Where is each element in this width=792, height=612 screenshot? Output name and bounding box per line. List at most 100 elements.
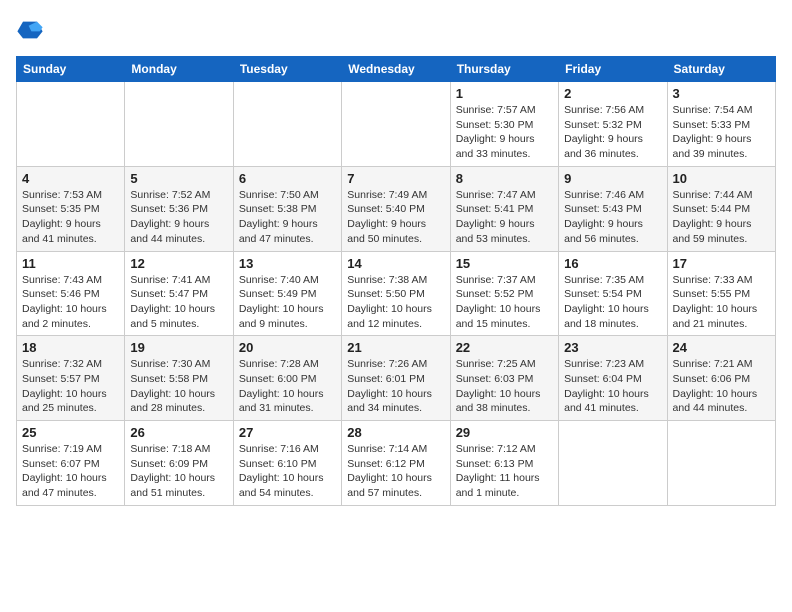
calendar-day-cell: 12Sunrise: 7:41 AM Sunset: 5:47 PM Dayli… bbox=[125, 251, 233, 336]
day-info: Sunrise: 7:23 AM Sunset: 6:04 PM Dayligh… bbox=[564, 357, 661, 416]
day-number: 17 bbox=[673, 256, 770, 271]
weekday-header-cell: Friday bbox=[559, 57, 667, 82]
day-info: Sunrise: 7:57 AM Sunset: 5:30 PM Dayligh… bbox=[456, 103, 553, 162]
calendar-day-cell: 8 Sunrise: 7:47 AM Sunset: 5:41 PM Daylig… bbox=[450, 166, 558, 251]
calendar-day-cell: 1 Sunrise: 7:57 AM Sunset: 5:30 PM Daylig… bbox=[450, 82, 558, 167]
calendar-week-row: 25 Sunrise: 7:19 AM Sunset: 6:07 PM Dayli… bbox=[17, 421, 776, 506]
day-number: 22 bbox=[456, 340, 553, 355]
calendar-day-cell: 19 Sunrise: 7:30 AM Sunset: 5:58 PM Dayli… bbox=[125, 336, 233, 421]
day-info: Sunrise: 7:50 AM Sunset: 5:38 PM Dayligh… bbox=[239, 188, 336, 247]
day-number: 7 bbox=[347, 171, 444, 186]
calendar-day-cell: 20 Sunrise: 7:28 AM Sunset: 6:00 PM Dayli… bbox=[233, 336, 341, 421]
day-info: Sunrise: 7:33 AM Sunset: 5:55 PM Dayligh… bbox=[673, 273, 770, 332]
calendar-day-cell bbox=[125, 82, 233, 167]
calendar-body: 1 Sunrise: 7:57 AM Sunset: 5:30 PM Daylig… bbox=[17, 82, 776, 506]
weekday-header-row: SundayMondayTuesdayWednesdayThursdayFrid… bbox=[17, 57, 776, 82]
calendar-day-cell bbox=[559, 421, 667, 506]
calendar-day-cell: 27 Sunrise: 7:16 AM Sunset: 6:10 PM Dayli… bbox=[233, 421, 341, 506]
calendar-day-cell: 7 Sunrise: 7:49 AM Sunset: 5:40 PM Daylig… bbox=[342, 166, 450, 251]
day-number: 26 bbox=[130, 425, 227, 440]
day-info: Sunrise: 7:43 AM Sunset: 5:46 PM Dayligh… bbox=[22, 273, 119, 332]
calendar-day-cell: 4 Sunrise: 7:53 AM Sunset: 5:35 PM Daylig… bbox=[17, 166, 125, 251]
day-number: 3 bbox=[673, 86, 770, 101]
day-info: Sunrise: 7:25 AM Sunset: 6:03 PM Dayligh… bbox=[456, 357, 553, 416]
calendar-day-cell: 2 Sunrise: 7:56 AM Sunset: 5:32 PM Daylig… bbox=[559, 82, 667, 167]
day-number: 29 bbox=[456, 425, 553, 440]
day-info: Sunrise: 7:54 AM Sunset: 5:33 PM Dayligh… bbox=[673, 103, 770, 162]
day-number: 27 bbox=[239, 425, 336, 440]
weekday-header-cell: Saturday bbox=[667, 57, 775, 82]
day-number: 23 bbox=[564, 340, 661, 355]
calendar-week-row: 11Sunrise: 7:43 AM Sunset: 5:46 PM Dayli… bbox=[17, 251, 776, 336]
calendar-day-cell: 24 Sunrise: 7:21 AM Sunset: 6:06 PM Dayli… bbox=[667, 336, 775, 421]
calendar-day-cell: 13 Sunrise: 7:40 AM Sunset: 5:49 PM Dayli… bbox=[233, 251, 341, 336]
day-number: 21 bbox=[347, 340, 444, 355]
day-number: 10 bbox=[673, 171, 770, 186]
weekday-header-cell: Tuesday bbox=[233, 57, 341, 82]
day-number: 15 bbox=[456, 256, 553, 271]
day-info: Sunrise: 7:56 AM Sunset: 5:32 PM Dayligh… bbox=[564, 103, 661, 162]
day-number: 4 bbox=[22, 171, 119, 186]
weekday-header-cell: Monday bbox=[125, 57, 233, 82]
page-header bbox=[16, 16, 776, 44]
calendar-day-cell: 14 Sunrise: 7:38 AM Sunset: 5:50 PM Dayli… bbox=[342, 251, 450, 336]
calendar-day-cell bbox=[342, 82, 450, 167]
day-number: 5 bbox=[130, 171, 227, 186]
calendar-day-cell: 25 Sunrise: 7:19 AM Sunset: 6:07 PM Dayli… bbox=[17, 421, 125, 506]
calendar-day-cell: 15 Sunrise: 7:37 AM Sunset: 5:52 PM Dayli… bbox=[450, 251, 558, 336]
day-number: 16 bbox=[564, 256, 661, 271]
day-number: 18 bbox=[22, 340, 119, 355]
day-number: 1 bbox=[456, 86, 553, 101]
day-number: 14 bbox=[347, 256, 444, 271]
day-info: Sunrise: 7:28 AM Sunset: 6:00 PM Dayligh… bbox=[239, 357, 336, 416]
calendar-table: SundayMondayTuesdayWednesdayThursdayFrid… bbox=[16, 56, 776, 506]
day-number: 28 bbox=[347, 425, 444, 440]
weekday-header-cell: Thursday bbox=[450, 57, 558, 82]
day-info: Sunrise: 7:30 AM Sunset: 5:58 PM Dayligh… bbox=[130, 357, 227, 416]
day-info: Sunrise: 7:52 AM Sunset: 5:36 PM Dayligh… bbox=[130, 188, 227, 247]
day-number: 19 bbox=[130, 340, 227, 355]
calendar-day-cell: 16 Sunrise: 7:35 AM Sunset: 5:54 PM Dayli… bbox=[559, 251, 667, 336]
day-info: Sunrise: 7:21 AM Sunset: 6:06 PM Dayligh… bbox=[673, 357, 770, 416]
calendar-day-cell: 5 Sunrise: 7:52 AM Sunset: 5:36 PM Daylig… bbox=[125, 166, 233, 251]
calendar-day-cell: 21Sunrise: 7:26 AM Sunset: 6:01 PM Dayli… bbox=[342, 336, 450, 421]
day-number: 24 bbox=[673, 340, 770, 355]
day-info: Sunrise: 7:19 AM Sunset: 6:07 PM Dayligh… bbox=[22, 442, 119, 501]
day-number: 13 bbox=[239, 256, 336, 271]
calendar-day-cell: 23 Sunrise: 7:23 AM Sunset: 6:04 PM Dayli… bbox=[559, 336, 667, 421]
calendar-day-cell: 3 Sunrise: 7:54 AM Sunset: 5:33 PM Daylig… bbox=[667, 82, 775, 167]
calendar-day-cell: 29 Sunrise: 7:12 AM Sunset: 6:13 PM Dayli… bbox=[450, 421, 558, 506]
day-info: Sunrise: 7:14 AM Sunset: 6:12 PM Dayligh… bbox=[347, 442, 444, 501]
calendar-day-cell: 22 Sunrise: 7:25 AM Sunset: 6:03 PM Dayli… bbox=[450, 336, 558, 421]
day-number: 9 bbox=[564, 171, 661, 186]
day-number: 6 bbox=[239, 171, 336, 186]
calendar-day-cell: 9Sunrise: 7:46 AM Sunset: 5:43 PM Daylig… bbox=[559, 166, 667, 251]
day-number: 8 bbox=[456, 171, 553, 186]
weekday-header-cell: Sunday bbox=[17, 57, 125, 82]
calendar-day-cell bbox=[667, 421, 775, 506]
day-info: Sunrise: 7:40 AM Sunset: 5:49 PM Dayligh… bbox=[239, 273, 336, 332]
day-info: Sunrise: 7:44 AM Sunset: 5:44 PM Dayligh… bbox=[673, 188, 770, 247]
day-info: Sunrise: 7:16 AM Sunset: 6:10 PM Dayligh… bbox=[239, 442, 336, 501]
day-info: Sunrise: 7:38 AM Sunset: 5:50 PM Dayligh… bbox=[347, 273, 444, 332]
day-info: Sunrise: 7:37 AM Sunset: 5:52 PM Dayligh… bbox=[456, 273, 553, 332]
day-info: Sunrise: 7:47 AM Sunset: 5:41 PM Dayligh… bbox=[456, 188, 553, 247]
day-info: Sunrise: 7:35 AM Sunset: 5:54 PM Dayligh… bbox=[564, 273, 661, 332]
day-number: 12 bbox=[130, 256, 227, 271]
calendar-week-row: 4 Sunrise: 7:53 AM Sunset: 5:35 PM Daylig… bbox=[17, 166, 776, 251]
calendar-day-cell: 11Sunrise: 7:43 AM Sunset: 5:46 PM Dayli… bbox=[17, 251, 125, 336]
day-number: 25 bbox=[22, 425, 119, 440]
calendar-day-cell: 10 Sunrise: 7:44 AM Sunset: 5:44 PM Dayli… bbox=[667, 166, 775, 251]
day-info: Sunrise: 7:49 AM Sunset: 5:40 PM Dayligh… bbox=[347, 188, 444, 247]
generalblue-logo-icon bbox=[16, 16, 44, 44]
day-info: Sunrise: 7:32 AM Sunset: 5:57 PM Dayligh… bbox=[22, 357, 119, 416]
day-info: Sunrise: 7:12 AM Sunset: 6:13 PM Dayligh… bbox=[456, 442, 553, 501]
day-info: Sunrise: 7:53 AM Sunset: 5:35 PM Dayligh… bbox=[22, 188, 119, 247]
calendar-day-cell: 18 Sunrise: 7:32 AM Sunset: 5:57 PM Dayli… bbox=[17, 336, 125, 421]
day-info: Sunrise: 7:18 AM Sunset: 6:09 PM Dayligh… bbox=[130, 442, 227, 501]
day-number: 2 bbox=[564, 86, 661, 101]
calendar-day-cell bbox=[233, 82, 341, 167]
calendar-day-cell: 17 Sunrise: 7:33 AM Sunset: 5:55 PM Dayli… bbox=[667, 251, 775, 336]
day-number: 20 bbox=[239, 340, 336, 355]
calendar-week-row: 18 Sunrise: 7:32 AM Sunset: 5:57 PM Dayli… bbox=[17, 336, 776, 421]
